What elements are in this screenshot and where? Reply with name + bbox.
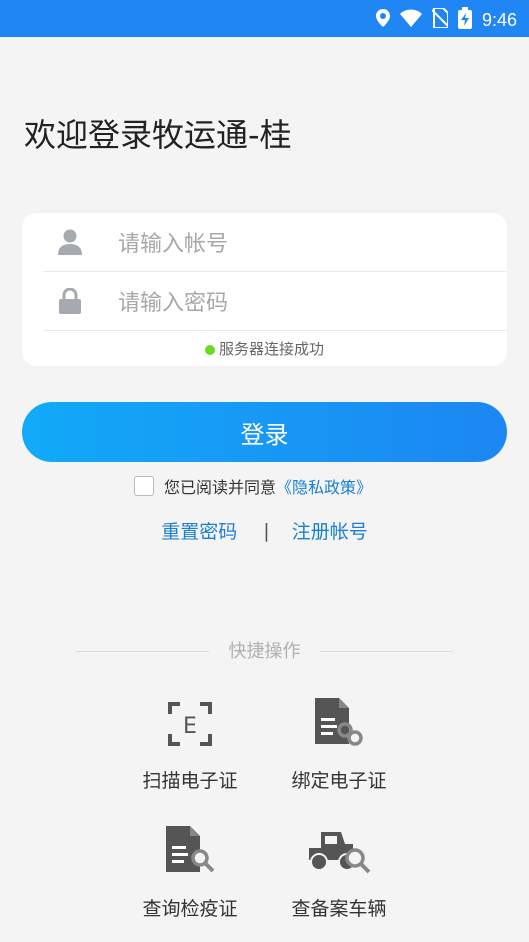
password-field[interactable]: 请输入密码: [44, 272, 507, 331]
bind-certificate-icon: [313, 696, 365, 750]
server-status: 服务器连接成功: [22, 338, 507, 359]
location-icon: [375, 9, 390, 32]
login-button[interactable]: 登录: [22, 402, 507, 462]
svg-text:E: E: [183, 714, 197, 739]
search-quarantine-button[interactable]: 查询检疫证: [125, 820, 255, 921]
battery-charging-icon: [457, 7, 472, 34]
reset-password-link[interactable]: 重置密码: [161, 517, 237, 544]
privacy-agreement: 您已阅读并同意 《隐私政策》: [134, 474, 372, 498]
search-quarantine-label: 查询检疫证: [142, 898, 238, 920]
agreement-text: 您已阅读并同意: [164, 478, 277, 497]
status-time: 9:46: [481, 10, 517, 30]
wifi-icon: [399, 9, 422, 32]
scan-certificate-button[interactable]: E 扫描电子证: [125, 692, 255, 793]
register-link[interactable]: 注册帐号: [292, 517, 368, 544]
password-input[interactable]: 请输入密码: [118, 285, 228, 317]
account-links: 重置密码 | 注册帐号: [0, 517, 529, 544]
bind-certificate-button[interactable]: 绑定电子证: [274, 692, 404, 793]
lock-icon: [44, 288, 96, 314]
quick-actions-title: 快捷操作: [228, 641, 301, 662]
bind-certificate-label: 绑定电子证: [291, 770, 387, 792]
status-dot-icon: [204, 344, 215, 355]
account-input[interactable]: 请输入帐号: [118, 226, 228, 258]
no-sim-icon: [431, 7, 449, 33]
agreement-checkbox[interactable]: [134, 476, 154, 496]
privacy-policy-link[interactable]: 《隐私政策》: [276, 474, 372, 498]
scan-certificate-icon: E: [168, 702, 212, 750]
search-quarantine-icon: [164, 824, 216, 878]
search-vehicle-label: 查备案车辆: [291, 898, 387, 920]
server-status-text: 服务器连接成功: [218, 340, 324, 358]
login-card: 请输入帐号 请输入密码 服务器连接成功: [22, 213, 507, 366]
search-vehicle-button[interactable]: 查备案车辆: [274, 820, 404, 921]
search-vehicle-icon: [307, 828, 371, 878]
scan-certificate-label: 扫描电子证: [142, 770, 238, 792]
page-title: 欢迎登录牧运通-桂: [24, 116, 292, 154]
links-separator: |: [263, 519, 270, 542]
status-bar: 9:46: [0, 0, 529, 37]
account-field[interactable]: 请输入帐号: [44, 213, 507, 272]
user-icon: [44, 229, 96, 255]
